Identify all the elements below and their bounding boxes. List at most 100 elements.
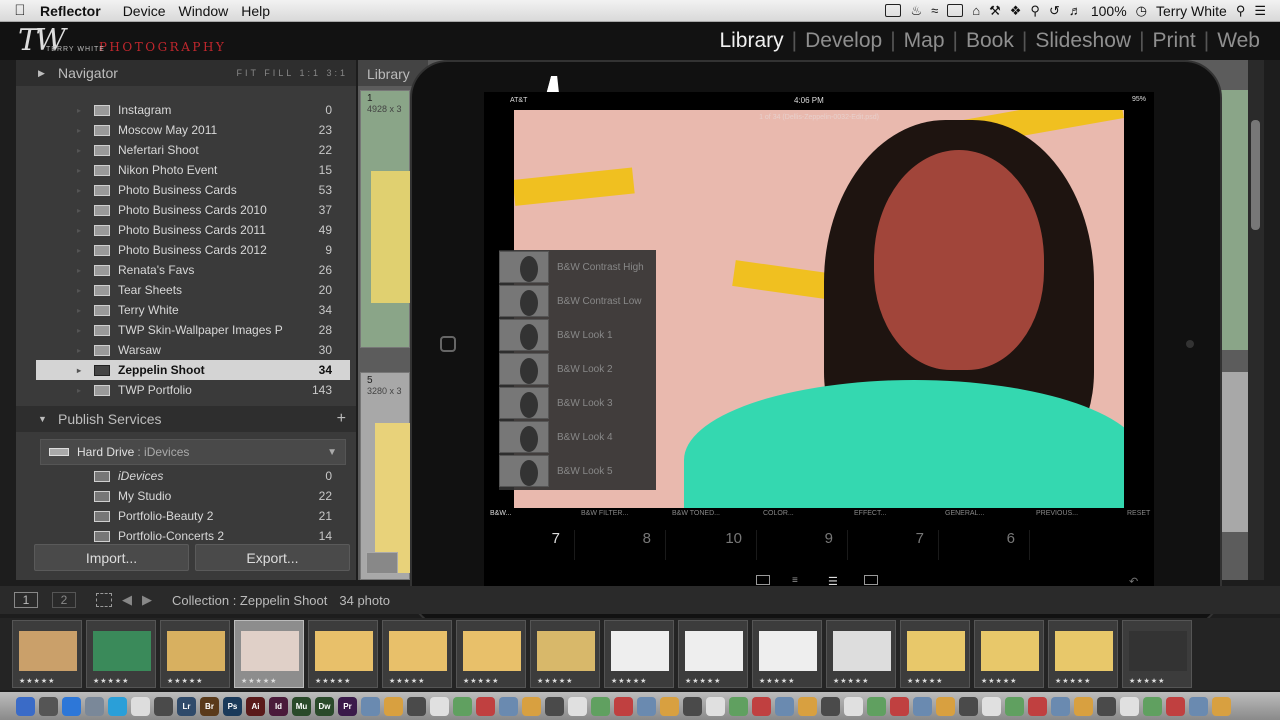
filmstrip-icon[interactable] <box>756 575 770 585</box>
dock-app-icon[interactable] <box>545 696 564 716</box>
home-icon[interactable]: ⌂ <box>972 3 980 18</box>
back-arrow-icon[interactable]: ◀ <box>122 592 132 608</box>
filmstrip-thumbnail[interactable]: ★★★★★ <box>604 620 674 688</box>
dock-app-icon[interactable] <box>1074 696 1093 716</box>
disclosure-icon[interactable]: ▸ <box>72 146 86 155</box>
bell-icon[interactable]: ♨ <box>910 3 922 19</box>
filmstrip-thumbnail[interactable]: ★★★★★ <box>530 620 600 688</box>
preset-item[interactable]: B&W Contrast High <box>499 250 656 284</box>
dock-app-icon[interactable]: Ai <box>246 696 265 716</box>
tool-icon[interactable]: ⚒ <box>989 3 1001 19</box>
grid-scrollbar[interactable] <box>1248 60 1264 580</box>
notification-icon[interactable]: ☰ <box>1254 3 1266 19</box>
dock-app-icon[interactable] <box>821 696 840 716</box>
disclosure-icon[interactable]: ▸ <box>72 246 86 255</box>
dock-app-icon[interactable] <box>936 696 955 716</box>
page-one-button[interactable]: 1 <box>14 592 38 608</box>
grid-cell-partial[interactable] <box>1218 372 1248 532</box>
dock-app-icon[interactable]: Mu <box>292 696 311 716</box>
preset-item[interactable]: B&W Look 1 <box>499 318 656 352</box>
spotlight-icon[interactable]: ⚲ <box>1236 3 1246 19</box>
dock-app-icon[interactable] <box>39 696 58 716</box>
dock-app-icon[interactable] <box>85 696 104 716</box>
scroll-thumb[interactable] <box>1251 120 1260 230</box>
display-icon[interactable] <box>947 4 964 17</box>
disclosure-icon[interactable]: ▸ <box>72 346 86 355</box>
wifi-icon[interactable]: ≈ <box>931 3 938 18</box>
forward-arrow-icon[interactable]: ▶ <box>142 592 152 608</box>
dock-app-icon[interactable] <box>108 696 127 716</box>
filmstrip-thumbnail[interactable]: ★★★★★ <box>900 620 970 688</box>
module-slideshow[interactable]: Slideshow <box>1027 29 1139 53</box>
module-book[interactable]: Book <box>958 29 1022 53</box>
grid-icon[interactable] <box>96 593 112 607</box>
disclosure-icon[interactable]: ▸ <box>72 266 86 275</box>
battery-status[interactable]: 100% <box>1091 3 1127 19</box>
dock-app-icon[interactable] <box>591 696 610 716</box>
home-button-icon[interactable] <box>440 336 456 352</box>
dock-app-icon[interactable] <box>890 696 909 716</box>
dock-app-icon[interactable] <box>1189 696 1208 716</box>
hard-drive-service[interactable]: Hard Drive : iDevices ▼ <box>40 439 346 465</box>
filmstrip-thumbnail[interactable]: ★★★★★ <box>752 620 822 688</box>
disclosure-icon[interactable]: ▸ <box>72 166 86 175</box>
filmstrip-thumbnail[interactable]: ★★★★★ <box>234 620 304 688</box>
grid-cell-partial[interactable] <box>1218 90 1248 350</box>
filmstrip-thumbnail[interactable]: ★★★★★ <box>456 620 526 688</box>
preset-tab[interactable]: EFFECT... <box>848 508 939 524</box>
chevron-down-icon[interactable]: ▼ <box>327 447 345 458</box>
collection-item[interactable]: ▸ Tear Sheets 20 <box>36 280 350 300</box>
timemachine-icon[interactable]: ↺ <box>1049 3 1060 19</box>
preset-tab[interactable]: B&W TONED... <box>666 508 757 524</box>
collection-item[interactable]: ▸ Photo Business Cards 2010 37 <box>36 200 350 220</box>
preset-tab[interactable]: RESET <box>1121 508 1151 524</box>
filmstrip-thumbnail[interactable]: ★★★★★ <box>678 620 748 688</box>
dock-app-icon[interactable] <box>683 696 702 716</box>
dock-app-icon[interactable] <box>16 696 35 716</box>
import-button[interactable]: Import... <box>34 544 189 571</box>
dock-app-icon[interactable] <box>430 696 449 716</box>
page-two-button[interactable]: 2 <box>52 592 76 608</box>
dock-app-icon[interactable] <box>453 696 472 716</box>
filmstrip-thumbnail[interactable]: ★★★★★ <box>86 620 156 688</box>
dock-app-icon[interactable] <box>844 696 863 716</box>
preset-item[interactable]: B&W Contrast Low <box>499 284 656 318</box>
dock-app-icon[interactable] <box>131 696 150 716</box>
dock-app-icon[interactable] <box>660 696 679 716</box>
expand-icon[interactable]: ▶ <box>38 68 45 79</box>
filmstrip-thumbnail[interactable]: ★★★★★ <box>382 620 452 688</box>
publish-item[interactable]: Portfolio-Beauty 2 21 <box>36 506 350 526</box>
collapse-icon[interactable]: ▼ <box>38 414 47 424</box>
disclosure-icon[interactable]: ▸ <box>72 326 86 335</box>
adjust-icon[interactable]: ≡ <box>792 575 806 586</box>
grid-cell[interactable]: 1 4928 x 3 <box>360 90 411 348</box>
preset-tab[interactable]: GENERAL... <box>939 508 1030 524</box>
filmstrip-thumbnail[interactable]: ★★★★★ <box>308 620 378 688</box>
zoom-options[interactable]: FIT FILL 1:1 3:1 <box>236 68 356 78</box>
dock-app-icon[interactable] <box>729 696 748 716</box>
lock-icon[interactable]: ⚲ <box>1030 3 1040 19</box>
menu-window[interactable]: Window <box>178 3 241 19</box>
dock-app-icon[interactable] <box>752 696 771 716</box>
dock-app-icon[interactable] <box>637 696 656 716</box>
preset-tab[interactable]: PREVIOUS... <box>1030 508 1121 524</box>
grid-thumbnail[interactable] <box>375 423 411 573</box>
collection-item[interactable]: ▸ Photo Business Cards 2012 9 <box>36 240 350 260</box>
dock-app-icon[interactable] <box>361 696 380 716</box>
publish-item[interactable]: iDevices 0 <box>36 466 350 486</box>
module-map[interactable]: Map <box>896 29 953 53</box>
disclosure-icon[interactable]: ▸ <box>72 306 86 315</box>
dock-app-icon[interactable] <box>154 696 173 716</box>
dock-app-icon[interactable] <box>1120 696 1139 716</box>
dock-app-icon[interactable] <box>867 696 886 716</box>
add-publish-icon[interactable]: + <box>337 410 356 428</box>
dock-app-icon[interactable]: Ps <box>223 696 242 716</box>
dock-app-icon[interactable] <box>775 696 794 716</box>
disclosure-icon[interactable]: ▸ <box>72 386 86 395</box>
navigator-header[interactable]: ▶ Navigator FIT FILL 1:1 3:1 <box>16 60 356 86</box>
dock-app-icon[interactable] <box>706 696 725 716</box>
preset-tab[interactable]: B&W... <box>484 508 575 524</box>
dock-app-icon[interactable] <box>982 696 1001 716</box>
collection-item[interactable]: ▸ Warsaw 30 <box>36 340 350 360</box>
module-library[interactable]: Library <box>711 29 791 53</box>
